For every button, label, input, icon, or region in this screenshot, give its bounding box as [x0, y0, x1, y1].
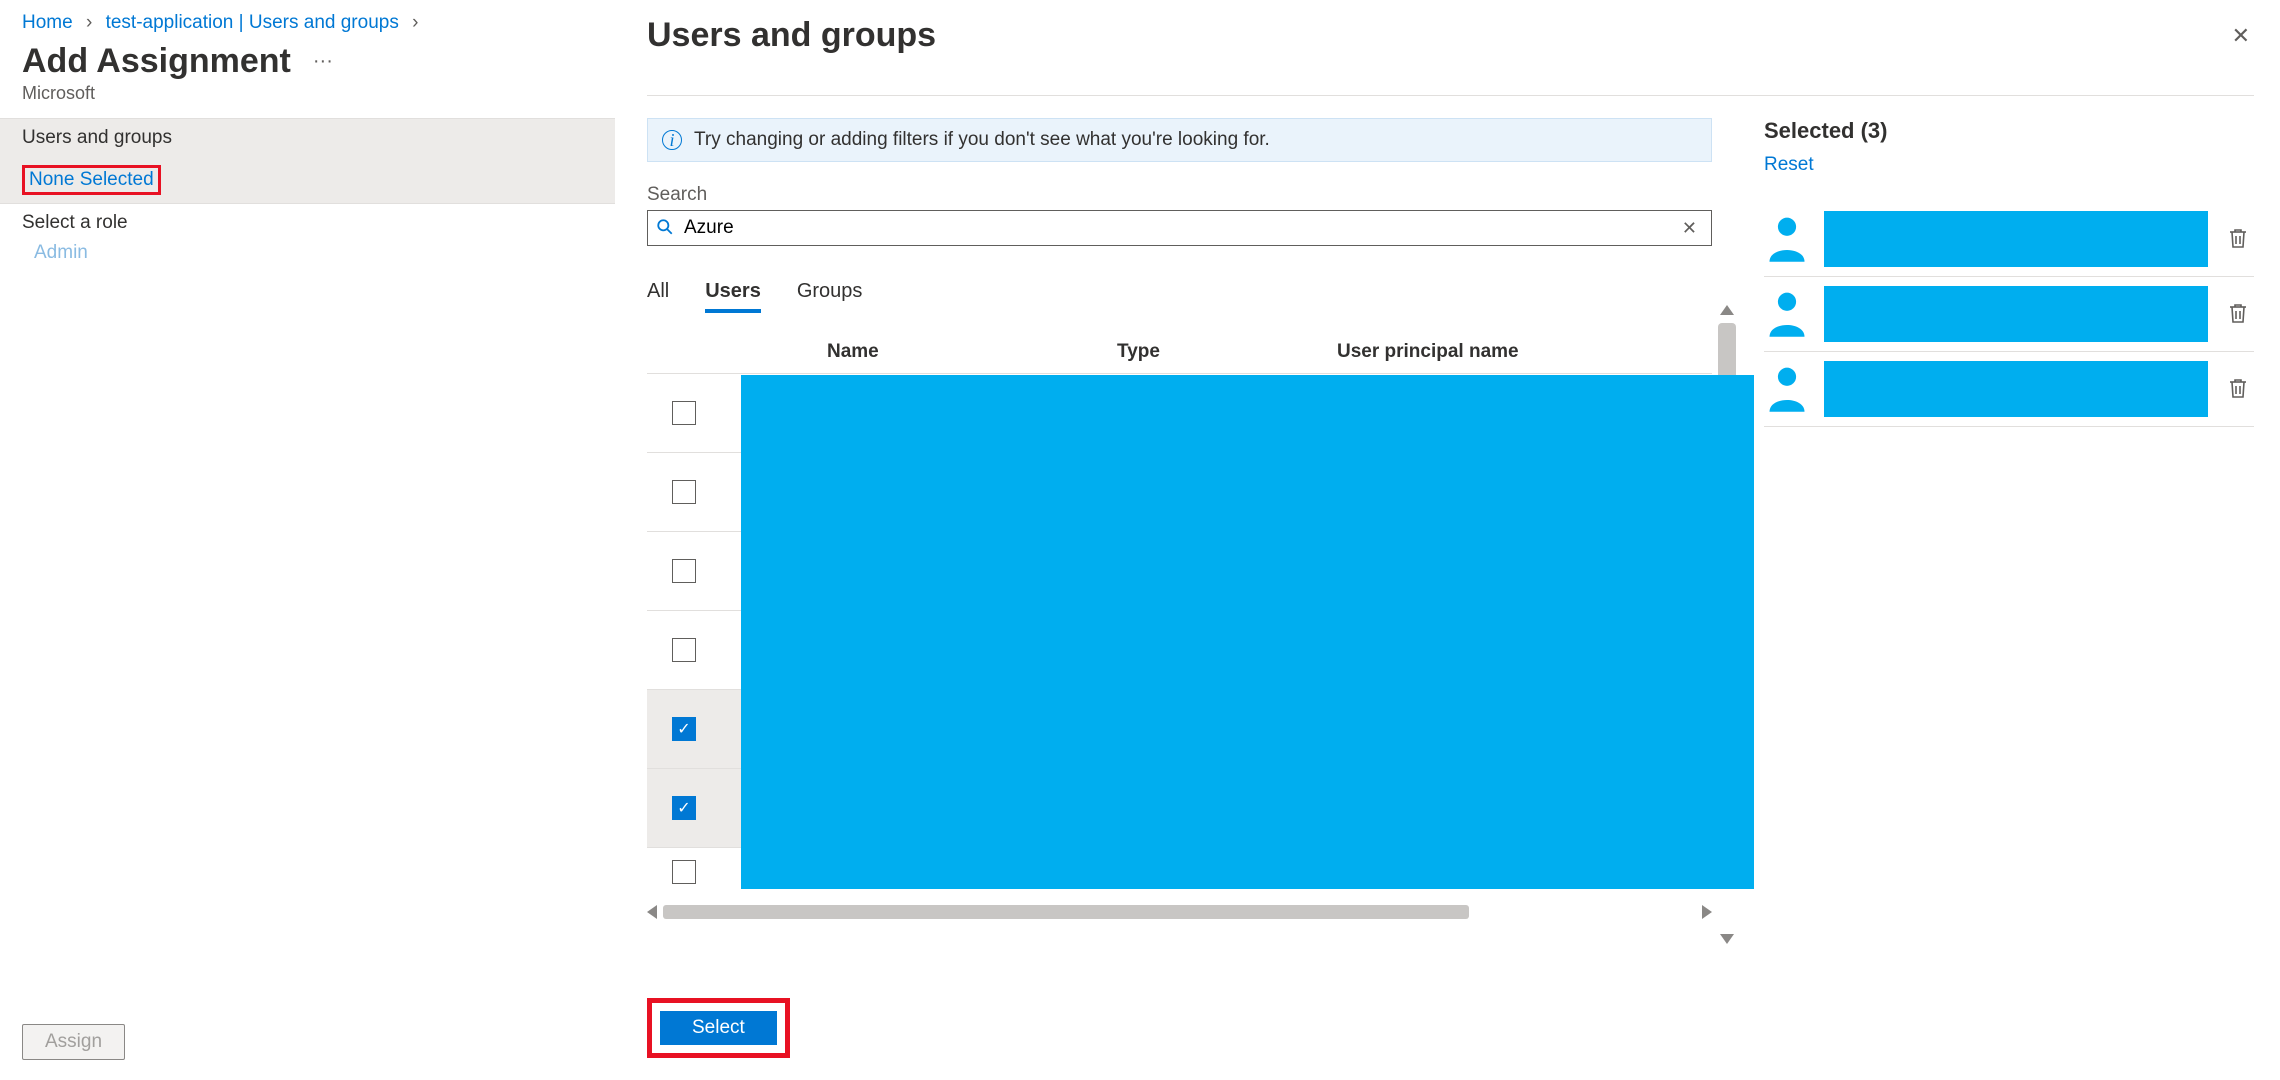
tab-users[interactable]: Users	[705, 280, 761, 313]
select-button-highlight: Select	[647, 998, 790, 1058]
remove-selected-button[interactable]	[2222, 295, 2254, 334]
info-text: Try changing or adding filters if you do…	[694, 129, 1270, 151]
column-upn[interactable]: User principal name	[1337, 341, 1712, 363]
info-banner: i Try changing or adding filters if you …	[647, 118, 1712, 162]
row-checkbox[interactable]	[672, 401, 696, 425]
avatar-icon	[1764, 285, 1810, 343]
horizontal-scrollbar[interactable]	[647, 901, 1712, 923]
results-table: Name Type User principal name ✓ ✓	[647, 331, 1712, 980]
page-subtitle: Microsoft	[0, 81, 615, 118]
assign-button[interactable]: Assign	[22, 1024, 125, 1060]
clear-search-icon[interactable]: ✕	[1676, 216, 1703, 241]
row-checkbox[interactable]	[672, 480, 696, 504]
search-input-wrapper[interactable]: ✕	[647, 210, 1712, 246]
column-name[interactable]: Name	[827, 341, 1117, 363]
breadcrumb-home[interactable]: Home	[22, 12, 73, 33]
blade-title: Users and groups	[647, 16, 936, 55]
reset-link[interactable]: Reset	[1764, 154, 1814, 176]
none-selected-highlight: None Selected	[22, 165, 161, 195]
select-button[interactable]: Select	[660, 1011, 777, 1045]
divider	[647, 95, 2254, 96]
chevron-right-icon: ›	[404, 12, 426, 33]
row-checkbox[interactable]	[672, 638, 696, 662]
tab-groups[interactable]: Groups	[797, 280, 863, 313]
none-selected-link[interactable]: None Selected	[29, 169, 154, 190]
close-icon[interactable]: ✕	[2228, 19, 2254, 53]
selected-item	[1764, 352, 2254, 427]
row-checkbox[interactable]	[672, 860, 696, 884]
row-checkbox[interactable]: ✓	[672, 717, 696, 741]
redacted-content	[1824, 211, 2208, 267]
search-input[interactable]	[684, 215, 1666, 241]
role-value[interactable]: Admin	[0, 238, 615, 268]
select-role-label: Select a role	[0, 204, 615, 238]
redacted-content	[741, 375, 1754, 889]
info-icon: i	[662, 130, 682, 150]
row-checkbox[interactable]: ✓	[672, 796, 696, 820]
users-groups-section-label: Users and groups	[0, 119, 615, 157]
avatar-icon	[1764, 360, 1810, 418]
selected-title: Selected (3)	[1764, 118, 2254, 144]
tab-all[interactable]: All	[647, 280, 669, 313]
selected-item	[1764, 202, 2254, 277]
page-title: Add Assignment	[22, 42, 291, 81]
remove-selected-button[interactable]	[2222, 220, 2254, 259]
more-options-icon[interactable]: ···	[313, 50, 333, 73]
breadcrumb-app[interactable]: test-application | Users and groups	[106, 12, 399, 33]
remove-selected-button[interactable]	[2222, 370, 2254, 409]
search-icon	[656, 218, 674, 239]
row-checkbox[interactable]	[672, 559, 696, 583]
column-type[interactable]: Type	[1117, 341, 1337, 363]
chevron-right-icon: ›	[78, 12, 100, 33]
breadcrumb: Home › test-application | Users and grou…	[0, 0, 615, 42]
search-label: Search	[647, 184, 1712, 206]
selected-item	[1764, 277, 2254, 352]
avatar-icon	[1764, 210, 1810, 268]
redacted-content	[1824, 286, 2208, 342]
redacted-content	[1824, 361, 2208, 417]
